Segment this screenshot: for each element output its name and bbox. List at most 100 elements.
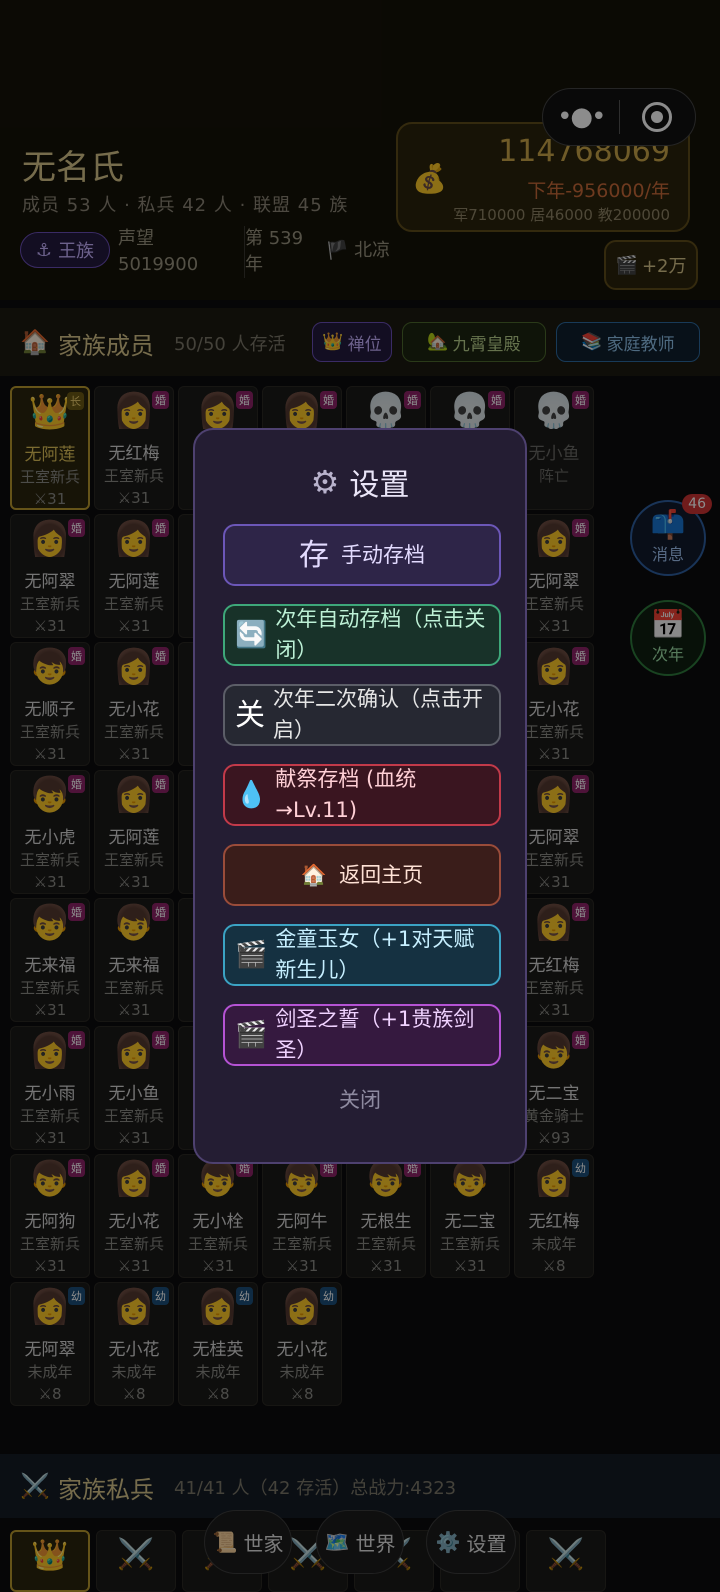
- member-power: ⚔31: [117, 617, 151, 635]
- member-power: ⚔31: [33, 617, 67, 635]
- member-power: ⚔8: [290, 1385, 314, 1403]
- books-icon: 📚: [581, 332, 603, 352]
- member-status-badge: 婚: [152, 519, 169, 537]
- member-card[interactable]: 👦 婚无根生 王室新兵 ⚔31: [346, 1154, 426, 1278]
- member-name: 无小花: [108, 1340, 160, 1360]
- member-card[interactable]: 👩 幼无红梅 未成年 ⚔8: [514, 1154, 594, 1278]
- member-rank: 王室新兵: [439, 1235, 500, 1253]
- auto-save-toggle[interactable]: 🔄 次年自动存档（点击关闭）: [223, 604, 501, 666]
- member-card-leader[interactable]: 👑 长无阿莲 王室新兵 ⚔31: [10, 386, 90, 510]
- member-power: ⚔31: [117, 1257, 151, 1275]
- member-card[interactable]: 👦 婚无顺子 王室新兵 ⚔31: [10, 642, 90, 766]
- member-name: 无阿翠: [24, 1340, 76, 1360]
- member-rank: 未成年: [195, 1363, 241, 1381]
- member-status-badge: 幼: [68, 1287, 85, 1305]
- member-status-badge: 婚: [68, 647, 85, 665]
- sacrifice-save-label: 献祭存档 (血统→Lv.11): [275, 767, 417, 822]
- swords-icon: ⚔️: [20, 1472, 50, 1500]
- member-power: ⚔31: [117, 489, 151, 507]
- settings-title-label: 设置: [349, 468, 410, 503]
- royal-badge-label: 王族: [58, 241, 95, 262]
- member-status-badge: 婚: [572, 1031, 589, 1049]
- member-rank: 王室新兵: [103, 851, 164, 869]
- member-name: 无阿翠: [24, 572, 76, 592]
- swords-icon: ⚔️: [117, 1537, 155, 1572]
- messages-button[interactable]: 📫 消息 46: [630, 494, 712, 576]
- army-title: 家族私兵: [58, 1476, 154, 1504]
- member-status-badge: 婚: [152, 775, 169, 793]
- members-section-header: 🏠 家族成员 50/50 人存活 👑 禅位 🏡 九霄皇殿 📚 家庭教师: [0, 308, 720, 376]
- location: 🏴 北凉: [326, 236, 390, 262]
- manual-save-button[interactable]: 存 手动存档: [223, 524, 501, 586]
- member-status-badge: 婚: [572, 903, 589, 921]
- member-power: ⚔31: [33, 1001, 67, 1019]
- member-card[interactable]: 👩 婚无小花 王室新兵 ⚔31: [94, 642, 174, 766]
- member-name: 无小花: [276, 1340, 328, 1360]
- member-card[interactable]: 👩 幼无桂英 未成年 ⚔8: [178, 1282, 258, 1406]
- army-leader-cell[interactable]: 👑: [10, 1530, 90, 1592]
- royal-badge[interactable]: ⚓ 王族: [20, 232, 110, 268]
- member-card[interactable]: 👩 婚无阿莲 王室新兵 ⚔31: [94, 770, 174, 894]
- member-power: ⚔31: [285, 1257, 319, 1275]
- ad-reward-twins-button[interactable]: 🎬 金童玉女（+1对天赋新生儿）: [223, 924, 501, 986]
- member-status-badge: 婚: [68, 519, 85, 537]
- return-home-button[interactable]: 🏠 返回主页: [223, 844, 501, 906]
- member-card[interactable]: 👩 幼无阿翠 未成年 ⚔8: [10, 1282, 90, 1406]
- close-modal-button[interactable]: 关闭: [195, 1084, 525, 1114]
- member-status-badge: 婚: [404, 391, 421, 409]
- member-status-badge: 幼: [572, 1159, 589, 1177]
- year-line-2: 年: [245, 254, 263, 275]
- ad-bonus-button[interactable]: 🎬 +2万: [604, 240, 698, 290]
- members-title: 家族成员: [58, 332, 154, 360]
- member-name: 无来福: [108, 956, 160, 976]
- tutor-button[interactable]: 📚 家庭教师: [556, 322, 700, 362]
- army-cell[interactable]: ⚔️: [526, 1530, 606, 1592]
- member-status-badge: 幼: [236, 1287, 253, 1305]
- member-card[interactable]: 👩 幼无小花 未成年 ⚔8: [94, 1282, 174, 1406]
- settings-title: ⚙ 设置: [195, 460, 525, 504]
- messages-count-badge: 46: [682, 494, 712, 514]
- member-card[interactable]: 👩 婚无小鱼 王室新兵 ⚔31: [94, 1026, 174, 1150]
- member-card[interactable]: 👩 婚无阿翠 王室新兵 ⚔31: [10, 514, 90, 638]
- nav-world[interactable]: 🗺️ 世界: [316, 1510, 404, 1574]
- next-year-button[interactable]: 📅 次年: [630, 600, 706, 676]
- more-icon[interactable]: •●•: [543, 102, 619, 132]
- member-status-badge: 婚: [572, 519, 589, 537]
- member-card[interactable]: 👦 婚无阿狗 王室新兵 ⚔31: [10, 1154, 90, 1278]
- member-name: 无阿莲: [24, 445, 76, 465]
- ad-reward-swordsaint-button[interactable]: 🎬 剑圣之誓（+1贵族剑圣）: [223, 1004, 501, 1066]
- member-card[interactable]: 👦 婚无来福 王室新兵 ⚔31: [94, 898, 174, 1022]
- member-name: 无小雨: [24, 1084, 76, 1104]
- member-power: ⚔31: [117, 745, 151, 763]
- ad-reward-swordsaint-label: 剑圣之誓（+1贵族剑圣）: [275, 1007, 475, 1062]
- member-card[interactable]: 👦 婚无小虎 王室新兵 ⚔31: [10, 770, 90, 894]
- member-card[interactable]: 👩 婚无小花 王室新兵 ⚔31: [94, 1154, 174, 1278]
- double-confirm-toggle[interactable]: 关 次年二次确认（点击开启）: [223, 684, 501, 746]
- close-miniprogram-icon[interactable]: [620, 102, 696, 132]
- location-label: 北凉: [354, 240, 391, 261]
- prestige-value: 5019900: [118, 254, 199, 275]
- member-rank: 未成年: [111, 1363, 157, 1381]
- nav-settings[interactable]: ⚙️ 设置: [426, 1510, 516, 1574]
- nav-clan[interactable]: 📜 世家: [204, 1510, 292, 1574]
- member-card[interactable]: 👦 婚无阿牛 王室新兵 ⚔31: [262, 1154, 342, 1278]
- member-card[interactable]: 👩 婚无红梅 王室新兵 ⚔31: [94, 386, 174, 510]
- abdicate-button[interactable]: 👑 禅位: [312, 322, 392, 362]
- manual-save-label: 手动存档: [341, 542, 425, 567]
- member-status-badge: 婚: [572, 775, 589, 793]
- member-status-badge: 婚: [68, 903, 85, 921]
- member-card[interactable]: 👩 婚无小雨 王室新兵 ⚔31: [10, 1026, 90, 1150]
- palace-button[interactable]: 🏡 九霄皇殿: [402, 322, 546, 362]
- member-rank: 王室新兵: [103, 1107, 164, 1125]
- member-card[interactable]: 👦 无二宝 王室新兵 ⚔31: [430, 1154, 510, 1278]
- member-card[interactable]: 👩 婚无阿莲 王室新兵 ⚔31: [94, 514, 174, 638]
- member-card[interactable]: 👩 幼无小花 未成年 ⚔8: [262, 1282, 342, 1406]
- army-cell[interactable]: ⚔️: [96, 1530, 176, 1592]
- treasury-next-year: 下年-956000/年: [527, 180, 670, 202]
- sacrifice-save-button[interactable]: 💧 献祭存档 (血统→Lv.11): [223, 764, 501, 826]
- flag-icon: 🏴: [326, 240, 349, 261]
- member-card[interactable]: 👦 婚无小栓 王室新兵 ⚔31: [178, 1154, 258, 1278]
- member-card[interactable]: 👦 婚无来福 王室新兵 ⚔31: [10, 898, 90, 1022]
- member-status-badge: 婚: [68, 1159, 85, 1177]
- member-rank: 王室新兵: [19, 979, 80, 997]
